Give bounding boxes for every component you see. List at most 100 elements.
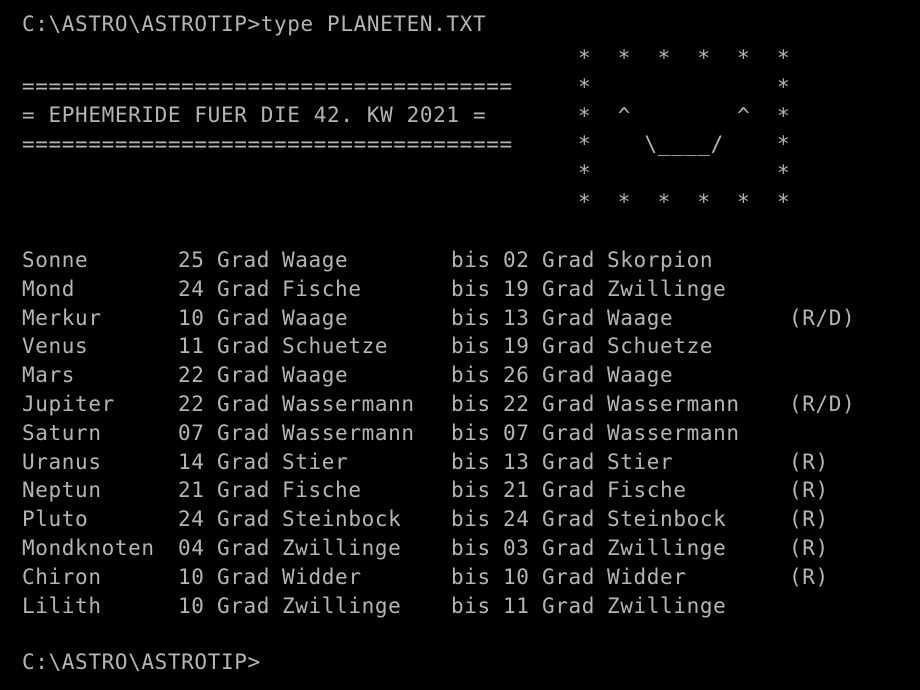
from-unit: Grad xyxy=(217,535,271,560)
to-unit: Grad xyxy=(542,507,596,532)
to-degree: 13 xyxy=(503,449,530,474)
to-sign: Zwillinge xyxy=(607,535,727,560)
to-sign: Steinbock xyxy=(607,507,727,532)
planet-name: Neptun xyxy=(22,478,102,503)
to-degree: 26 xyxy=(503,363,530,388)
to-sign: Zwillinge xyxy=(607,276,727,301)
to-degree: 19 xyxy=(503,276,530,301)
from-unit: Grad xyxy=(217,363,271,388)
from-sign: Waage xyxy=(282,248,349,272)
retrograde-marker: (R/D) xyxy=(789,391,856,416)
from-unit: Grad xyxy=(217,334,271,359)
from-unit: Grad xyxy=(217,248,271,272)
retrograde-marker: (R) xyxy=(789,507,829,532)
from-sign: Fische xyxy=(282,276,362,301)
smiley-face-ascii-art: * * * * * * * * * ^ ^ * * \____/ * * * * * * … xyxy=(578,44,790,217)
to-unit: Grad xyxy=(542,334,596,359)
to-degree: 19 xyxy=(503,334,530,359)
ephemeris-table: Sonne 25 Grad Waage bis 02 Grad Skorpion Mond 24 G… xyxy=(22,246,869,620)
from-degree: 22 xyxy=(178,363,205,388)
table-row: Merkur 10 Grad Waage bis 13 Grad Waage (R/D) xyxy=(22,304,869,333)
table-row: Pluto 24 Grad Steinbock bis 24 Grad Steinbock (R… xyxy=(22,505,869,534)
ephemeris-title: = EPHEMERIDE FUER DIE 42. KW 2021 = xyxy=(22,103,487,127)
to-sign: Widder xyxy=(607,564,687,589)
from-unit: Grad xyxy=(217,276,271,301)
table-row: Neptun 21 Grad Fische bis 21 Grad Fische (R) xyxy=(22,476,869,505)
table-row: Mond 24 Grad Fische bis 19 Grad Zwillinge xyxy=(22,275,869,304)
table-row: Saturn 07 Grad Wassermann bis 07 Grad Wasserman… xyxy=(22,419,869,448)
from-degree: 22 xyxy=(178,391,205,416)
planet-name: Mondknoten xyxy=(22,535,155,560)
ascii-art-row: * \____/ * xyxy=(578,132,791,157)
to-unit: Grad xyxy=(542,248,596,272)
retrograde-marker: (R/D) xyxy=(789,305,856,330)
table-row: Mars 22 Grad Waage bis 26 Grad Waage xyxy=(22,361,869,390)
to-unit: Grad xyxy=(542,593,596,618)
from-degree: 10 xyxy=(178,564,205,589)
range-word: bis xyxy=(451,305,491,330)
to-sign: Wassermann xyxy=(607,420,740,445)
ascii-art-row: * * xyxy=(578,161,791,186)
from-degree: 07 xyxy=(178,420,205,445)
range-word: bis xyxy=(451,334,491,359)
planet-name: Chiron xyxy=(22,564,102,589)
from-sign: Waage xyxy=(282,305,349,330)
to-degree: 07 xyxy=(503,420,530,445)
ascii-art-row: * * * * * * xyxy=(578,189,791,214)
planet-name: Lilith xyxy=(22,593,102,618)
from-sign: Waage xyxy=(282,363,349,388)
table-row: Lilith 10 Grad Zwillinge bis 11 Grad Zwillinge xyxy=(22,592,869,621)
to-unit: Grad xyxy=(542,449,596,474)
terminal-screen[interactable]: C:\ASTRO\ASTROTIP>type PLANETEN.TXT ====… xyxy=(0,0,920,690)
ascii-art-row: * * xyxy=(578,74,791,99)
to-sign: Zwillinge xyxy=(607,593,727,618)
to-sign: Wassermann xyxy=(607,391,740,416)
shell-prompt[interactable]: C:\ASTRO\ASTROTIP> xyxy=(0,648,261,677)
to-unit: Grad xyxy=(542,420,596,445)
range-word: bis xyxy=(451,564,491,589)
from-degree: 25 xyxy=(178,248,205,272)
range-word: bis xyxy=(451,248,491,272)
planet-name: Mond xyxy=(22,276,76,301)
table-row: Jupiter 22 Grad Wassermann bis 22 Grad Wasserma… xyxy=(22,390,869,419)
from-unit: Grad xyxy=(217,391,271,416)
planet-name: Mars xyxy=(22,363,76,388)
to-degree: 22 xyxy=(503,391,530,416)
range-word: bis xyxy=(451,535,491,560)
from-degree: 24 xyxy=(178,507,205,532)
ascii-art-row: * ^ ^ * xyxy=(578,103,791,128)
to-sign: Stier xyxy=(607,449,674,474)
from-unit: Grad xyxy=(217,478,271,503)
to-unit: Grad xyxy=(542,363,596,388)
to-degree: 02 xyxy=(503,248,530,272)
ascii-art-row: * * * * * * xyxy=(578,46,791,70)
retrograde-marker: (R) xyxy=(789,564,829,589)
planet-name: Venus xyxy=(22,334,89,359)
to-unit: Grad xyxy=(542,564,596,589)
from-degree: 24 xyxy=(178,276,205,301)
table-row: Venus 11 Grad Schuetze bis 19 Grad Schuetze xyxy=(22,332,869,361)
from-unit: Grad xyxy=(217,593,271,618)
retrograde-marker: (R) xyxy=(789,478,829,503)
range-word: bis xyxy=(451,449,491,474)
command-line: C:\ASTRO\ASTROTIP>type PLANETEN.TXT xyxy=(22,12,487,36)
from-sign: Fische xyxy=(282,478,362,503)
range-word: bis xyxy=(451,593,491,618)
from-sign: Schuetze xyxy=(282,334,389,359)
planet-name: Merkur xyxy=(22,305,102,330)
from-degree: 14 xyxy=(178,449,205,474)
from-degree: 10 xyxy=(178,593,205,618)
from-sign: Wassermann xyxy=(282,420,415,445)
planet-name: Jupiter xyxy=(22,391,115,416)
from-unit: Grad xyxy=(217,449,271,474)
planet-name: Sonne xyxy=(22,248,89,272)
from-degree: 10 xyxy=(178,305,205,330)
to-unit: Grad xyxy=(542,535,596,560)
to-degree: 03 xyxy=(503,535,530,560)
from-unit: Grad xyxy=(217,507,271,532)
table-row: Mondknoten 04 Grad Zwillinge bis 03 Grad Zwilli… xyxy=(22,534,869,563)
table-row: Chiron 10 Grad Widder bis 10 Grad Widder (R) xyxy=(22,563,869,592)
planet-name: Uranus xyxy=(22,449,102,474)
retrograde-marker: (R) xyxy=(789,535,829,560)
from-degree: 21 xyxy=(178,478,205,503)
